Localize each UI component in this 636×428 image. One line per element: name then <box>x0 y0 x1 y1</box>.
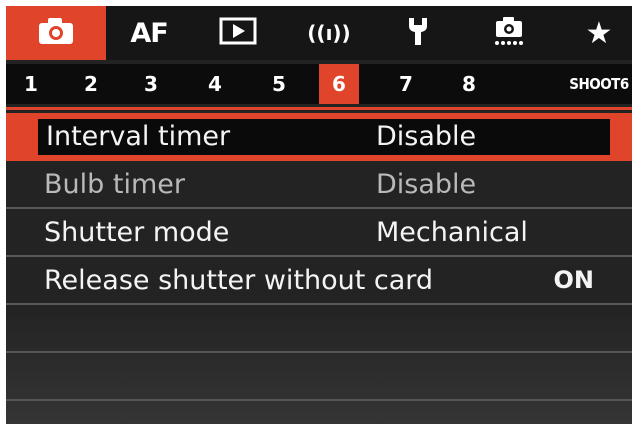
page-tab-3[interactable]: 3 <box>136 64 166 104</box>
menu-empty-row <box>6 353 632 401</box>
page-tab-label: 6 <box>332 72 346 96</box>
menu-item-value: Mechanical <box>376 216 528 248</box>
menu-item-bulb-timer[interactable]: Bulb timer Disable <box>6 161 632 209</box>
page-tab-label: 2 <box>84 72 98 96</box>
menu-item-value: Disable <box>376 168 477 200</box>
menu-empty-row <box>6 305 632 353</box>
page-tab-4[interactable]: 4 <box>200 64 230 104</box>
page-tab-label: 7 <box>399 72 413 96</box>
page-tab-1[interactable]: 1 <box>16 64 46 104</box>
menu-item-release-shutter-without-card[interactable]: Release shutter without card ON <box>6 257 632 305</box>
page-tab-label: 8 <box>462 72 476 96</box>
page-tab-7[interactable]: 7 <box>391 64 421 104</box>
custom-functions-icon <box>491 15 527 51</box>
menu-item-value: Disable <box>376 120 477 152</box>
page-tab-label: 3 <box>144 72 158 96</box>
page-tab-2[interactable]: 2 <box>76 64 106 104</box>
page-tab-label: 1 <box>24 72 38 96</box>
star-icon: ★ <box>585 15 613 51</box>
menu-category-bar: AF ((ı)) ★ <box>6 6 632 60</box>
page-tab-6[interactable]: 6 <box>319 64 359 104</box>
page-tab-5[interactable]: 5 <box>264 64 294 104</box>
camera-icon <box>36 16 76 50</box>
tab-setup[interactable] <box>386 6 450 60</box>
menu-item-label: Shutter mode <box>44 216 230 248</box>
menu-item-interval-timer[interactable]: Interval timer Disable <box>6 113 632 161</box>
tab-playback[interactable] <box>206 6 270 60</box>
menu-item-label: Bulb timer <box>44 168 185 200</box>
header-divider <box>6 107 632 110</box>
page-tab-label: 4 <box>208 72 222 96</box>
page-tab-8[interactable]: 8 <box>454 64 484 104</box>
camera-menu-screen: AF ((ı)) ★ 1 2 3 4 5 6 7 8 SHOOT6 Interv… <box>6 6 632 424</box>
wrench-icon <box>403 15 433 51</box>
tab-af[interactable]: AF <box>118 6 180 60</box>
menu-item-label: Release shutter without card <box>44 264 434 296</box>
wireless-icon: ((ı)) <box>307 21 351 45</box>
menu-page-tabs: 1 2 3 4 5 6 7 8 SHOOT6 <box>6 64 632 104</box>
tab-af-label: AF <box>130 17 168 49</box>
playback-icon <box>219 17 257 49</box>
menu-item-label: Interval timer <box>46 120 231 152</box>
menu-item-value: ON <box>553 266 595 294</box>
tab-my-menu[interactable]: ★ <box>566 6 632 60</box>
menu-section-label: SHOOT6 <box>569 75 629 93</box>
page-tab-label: 5 <box>272 72 286 96</box>
tab-custom-functions[interactable] <box>476 6 542 60</box>
tab-shooting[interactable] <box>6 6 106 60</box>
menu-item-shutter-mode[interactable]: Shutter mode Mechanical <box>6 209 632 257</box>
tab-wireless[interactable]: ((ı)) <box>296 6 362 60</box>
